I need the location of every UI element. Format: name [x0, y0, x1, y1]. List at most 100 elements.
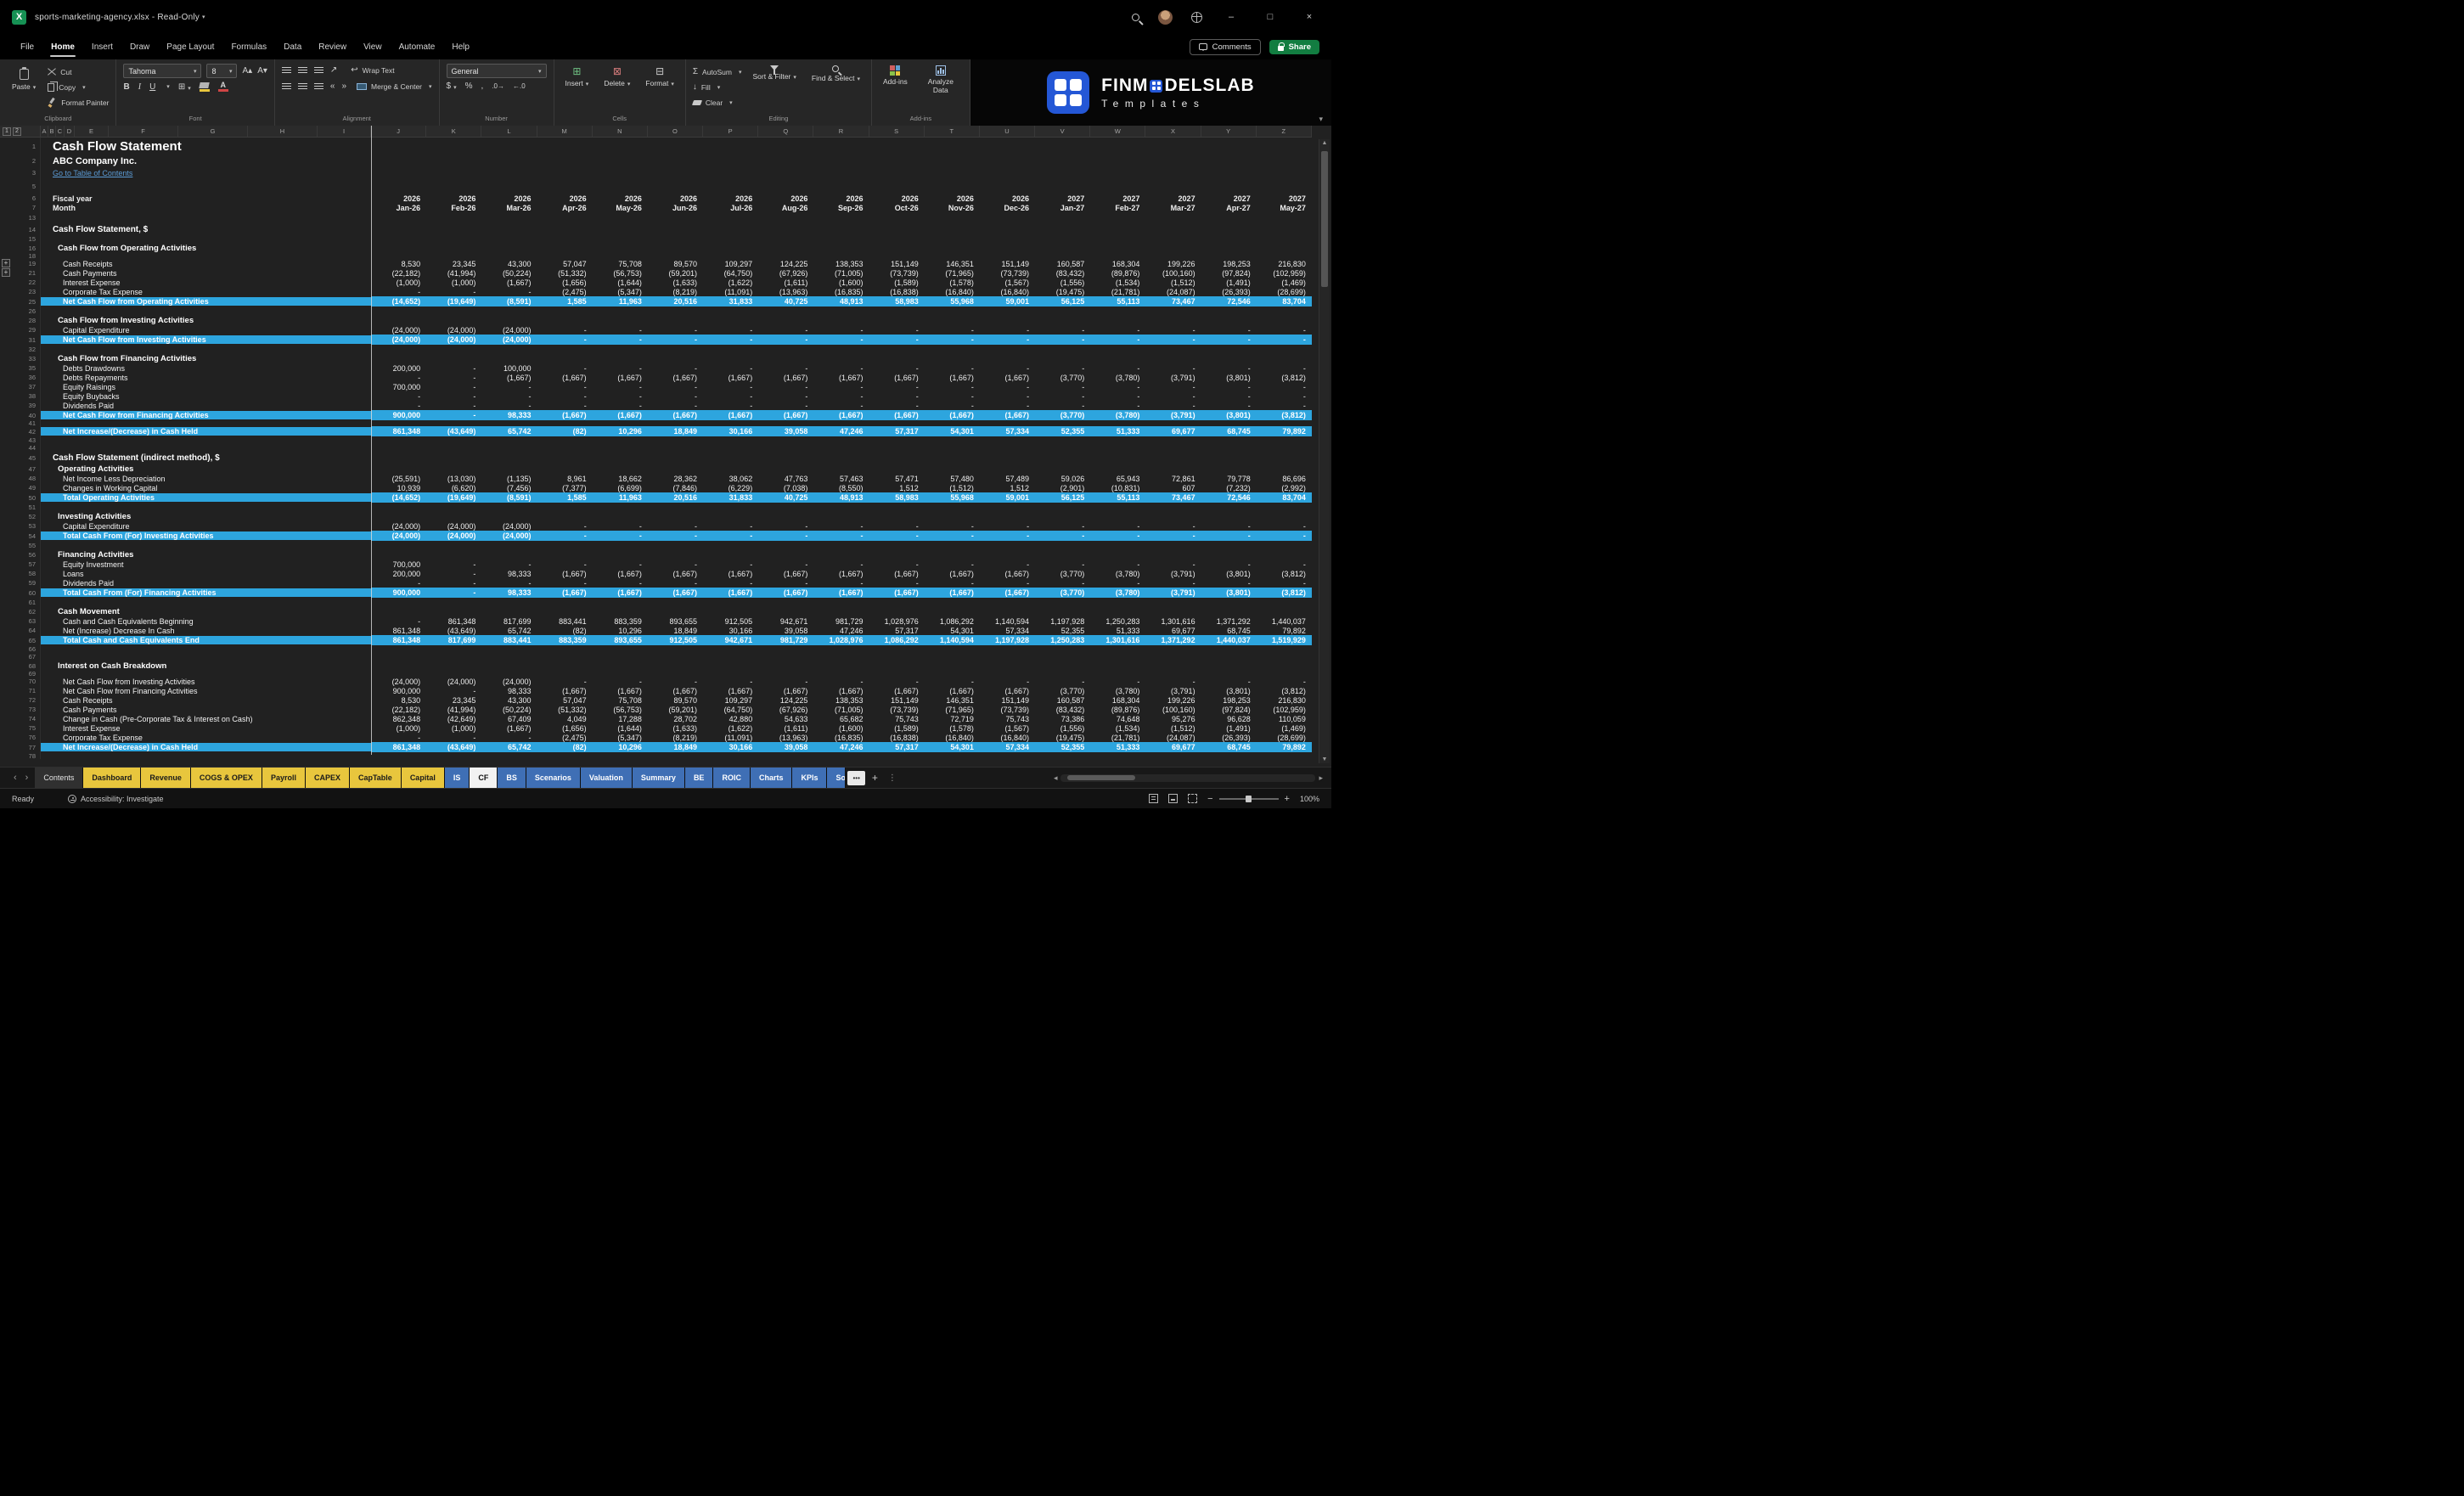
cell[interactable]: (8,550) [813, 483, 869, 492]
cell[interactable]: - [1090, 521, 1145, 531]
cell[interactable]: 861,348 [371, 742, 426, 752]
cell[interactable]: (13,963) [758, 733, 813, 742]
cell[interactable]: 2026 [537, 194, 593, 203]
cell[interactable]: - [1145, 531, 1201, 541]
cell[interactable]: - [1145, 363, 1201, 373]
cell[interactable]: 861,348 [371, 626, 426, 635]
row-header-51[interactable]: 51 [29, 503, 40, 511]
cell[interactable]: - [925, 382, 980, 391]
column-header-T[interactable]: T [925, 126, 980, 137]
cell[interactable]: 2026 [813, 194, 869, 203]
cell[interactable]: (67,926) [758, 268, 813, 278]
cell[interactable]: 146,351 [925, 259, 980, 268]
row-label[interactable]: Dividends Paid [41, 402, 371, 410]
row-header-13[interactable]: 13 [29, 214, 40, 222]
cell[interactable]: (82) [537, 626, 593, 635]
cell[interactable]: 55,113 [1090, 492, 1145, 503]
align-left-icon[interactable] [282, 83, 291, 90]
cell[interactable]: 861,348 [371, 635, 426, 645]
cell[interactable]: - [869, 677, 925, 686]
cell[interactable]: (1,644) [593, 723, 648, 733]
cell[interactable]: (3,780) [1090, 588, 1145, 598]
cell[interactable]: (24,000) [426, 335, 481, 345]
cell[interactable]: 912,505 [648, 635, 703, 645]
cell[interactable]: Jan-27 [1035, 203, 1090, 212]
cell[interactable]: 151,149 [869, 695, 925, 705]
cell[interactable]: - [758, 531, 813, 541]
cell[interactable]: (1,667) [980, 686, 1035, 695]
row-header-61[interactable]: 61 [29, 599, 40, 606]
cell[interactable]: (71,965) [925, 705, 980, 714]
cell[interactable]: (1,622) [703, 723, 758, 733]
outline-level-1-button[interactable]: 1 [3, 127, 11, 136]
row-header-26[interactable]: 26 [29, 307, 40, 315]
cell[interactable]: (97,824) [1201, 268, 1257, 278]
cell[interactable]: Jul-26 [703, 203, 758, 212]
cell[interactable]: 817,699 [426, 635, 481, 645]
cell[interactable]: - [1257, 363, 1312, 373]
cell[interactable]: 138,353 [813, 695, 869, 705]
cell[interactable]: (1,644) [593, 278, 648, 287]
cell[interactable]: (11,091) [703, 733, 758, 742]
cell[interactable]: 57,317 [869, 742, 925, 752]
cell[interactable]: (1,667) [481, 723, 537, 733]
cell[interactable]: 30,166 [703, 426, 758, 436]
column-header-J[interactable]: J [371, 126, 426, 137]
comma-button[interactable]: , [481, 82, 484, 91]
row-label[interactable]: Dividends Paid [41, 579, 371, 588]
cell[interactable]: 1,140,594 [925, 635, 980, 645]
cut-button[interactable]: Cut [48, 65, 109, 78]
cell[interactable]: - [1145, 335, 1201, 345]
cell[interactable]: (24,087) [1145, 287, 1201, 296]
cell[interactable]: 1,301,616 [1090, 635, 1145, 645]
cell[interactable]: 1,086,292 [925, 616, 980, 626]
scroll-left-icon[interactable]: ◂ [1054, 773, 1058, 783]
row-label[interactable]: Net Cash Flow from Investing Activities [41, 678, 371, 686]
cell[interactable]: (1,667) [593, 588, 648, 598]
cell[interactable]: (59,201) [648, 268, 703, 278]
row-header-59[interactable]: 59 [29, 579, 40, 587]
cell[interactable]: - [537, 560, 593, 569]
row-header-36[interactable]: 36 [29, 374, 40, 381]
cell[interactable]: - [980, 560, 1035, 569]
row-header-42[interactable]: 42 [29, 428, 40, 436]
cell[interactable]: - [1201, 401, 1257, 410]
cell[interactable]: (24,087) [1145, 733, 1201, 742]
cell[interactable]: - [703, 560, 758, 569]
cell[interactable]: 151,149 [869, 259, 925, 268]
cell[interactable]: 74,648 [1090, 714, 1145, 723]
cell[interactable]: (1,667) [593, 686, 648, 695]
comments-button[interactable]: Comments [1190, 39, 1261, 55]
cell[interactable]: (83,432) [1035, 705, 1090, 714]
sheet-tab-summary[interactable]: Summary [633, 768, 685, 788]
cell[interactable]: - [426, 391, 481, 401]
cell[interactable]: 31,833 [703, 492, 758, 503]
cell[interactable]: 54,301 [925, 742, 980, 752]
cell[interactable]: 55,113 [1090, 296, 1145, 307]
cell[interactable]: - [426, 686, 481, 695]
cell[interactable]: (1,667) [703, 373, 758, 382]
cell[interactable]: 10,939 [371, 483, 426, 492]
column-header-Y[interactable]: Y [1201, 126, 1257, 137]
cell[interactable]: 1,440,037 [1201, 635, 1257, 645]
menu-tab-draw[interactable]: Draw [121, 34, 158, 59]
cell[interactable]: (73,739) [869, 705, 925, 714]
cell[interactable]: 900,000 [371, 410, 426, 420]
cell[interactable]: (6,229) [703, 483, 758, 492]
menu-tab-home[interactable]: Home [42, 34, 83, 59]
cell[interactable]: - [1035, 382, 1090, 391]
cell[interactable]: 54,301 [925, 426, 980, 436]
menu-tab-data[interactable]: Data [275, 34, 310, 59]
cell[interactable]: 57,047 [537, 695, 593, 705]
cell[interactable]: (24,000) [371, 325, 426, 335]
cell[interactable]: - [593, 382, 648, 391]
cell[interactable]: 59,001 [980, 296, 1035, 307]
row-header-37[interactable]: 37 [29, 383, 40, 391]
cell[interactable]: 700,000 [371, 560, 426, 569]
cell[interactable]: 893,655 [593, 635, 648, 645]
collapse-ribbon-button[interactable]: ▾ [1319, 115, 1323, 124]
cell[interactable]: - [426, 363, 481, 373]
cell[interactable]: (1,667) [869, 569, 925, 578]
font-size-select[interactable]: 8▾ [206, 64, 237, 78]
cell[interactable]: 124,225 [758, 259, 813, 268]
